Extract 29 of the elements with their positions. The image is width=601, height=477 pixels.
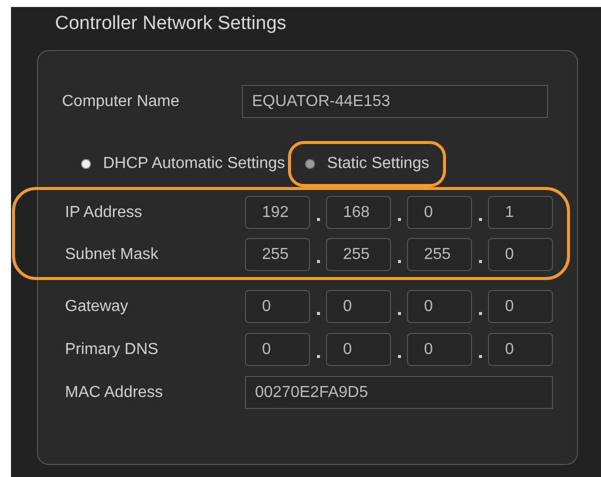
field-label: MAC Address [65,382,164,402]
octet-field[interactable]: 0 [245,290,310,323]
octet-field[interactable]: 1 [488,196,553,229]
radio-button[interactable] [305,159,316,169]
field-label: Computer Name [62,92,180,112]
octet-field[interactable]: 0 [245,333,310,366]
octet-field[interactable]: 0 [488,333,553,366]
octet-field[interactable]: 255 [407,238,472,271]
octet-field[interactable]: 0 [407,333,472,366]
radio-label[interactable]: Static Settings [327,152,430,176]
radio-label[interactable]: DHCP Automatic Settings [103,152,286,176]
field-label: Subnet Mask [65,244,160,264]
field-label: IP Address [65,202,144,222]
octet-field[interactable]: 255 [326,238,391,271]
octet-field[interactable]: 0 [326,333,391,366]
octet-field[interactable]: 168 [326,196,391,229]
field-label: Primary DNS [65,340,160,360]
field-label: Gateway [65,296,130,316]
computer-name-field[interactable]: EQUATOR-44E153 [242,85,548,118]
radio-button[interactable] [81,159,91,169]
octet-field[interactable]: 255 [245,238,310,271]
octet-field[interactable]: 0 [326,290,391,323]
octet-field[interactable]: 0 [488,290,553,323]
dialog-title: Controller Network Settings [55,12,288,36]
mac-address-field[interactable]: 00270E2FA9D5 [245,376,553,409]
octet-field[interactable]: 0 [407,290,472,323]
octet-field[interactable]: 0 [407,196,472,229]
octet-field[interactable]: 0 [488,238,553,271]
octet-field[interactable]: 192 [245,196,310,229]
